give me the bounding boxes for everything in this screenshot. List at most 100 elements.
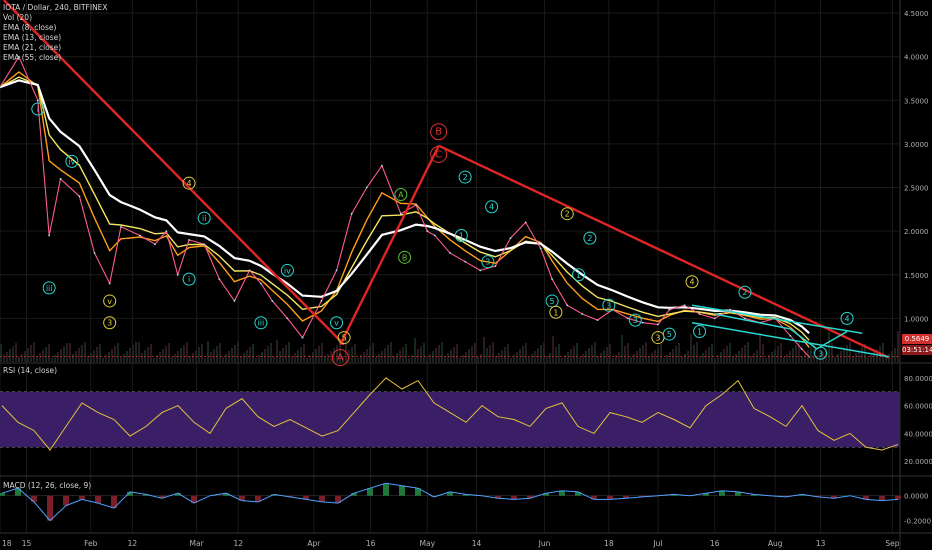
volume-bar	[210, 352, 212, 362]
volume-bar	[165, 346, 167, 362]
wave-label: 5	[667, 330, 672, 339]
volume-bar	[132, 345, 134, 362]
volume-bar	[555, 347, 557, 362]
wave-label: 1	[697, 327, 702, 336]
price-point	[449, 252, 451, 254]
volume-bar	[183, 345, 185, 362]
volume-bar	[366, 349, 368, 362]
volume-bar	[444, 356, 446, 362]
indicator-ema21[interactable]: EMA (21, close)	[3, 43, 108, 53]
symbol-title: IOTA / Dollar, 240, BITFINEX	[3, 3, 108, 12]
volume-bar	[690, 334, 692, 362]
volume-bar	[255, 358, 257, 362]
volume-bar	[216, 346, 218, 362]
volume-bar	[642, 345, 644, 362]
volume-bar	[90, 353, 92, 362]
price-point	[335, 269, 338, 272]
price-point	[744, 317, 746, 320]
volume-bar	[504, 347, 506, 362]
volume-bar	[666, 355, 668, 362]
volume-bar	[516, 352, 518, 362]
price-point	[301, 336, 304, 339]
wave-label: 4	[689, 278, 694, 287]
volume-bar	[576, 343, 578, 362]
volume-bar	[573, 346, 575, 362]
volume-bar	[246, 350, 248, 362]
price-tick-label: 3.5000	[904, 97, 929, 105]
volume-bar	[243, 353, 245, 362]
volume-bar	[546, 356, 548, 362]
wave-label: A	[337, 353, 344, 364]
price-point	[218, 278, 221, 281]
price-tick-label: 4.0000	[904, 54, 929, 62]
indicator-vol[interactable]: Vol (20)	[3, 13, 108, 23]
x-tick-label: May	[420, 539, 436, 548]
volume-bar	[393, 356, 395, 362]
volume-bar	[549, 353, 551, 362]
rsi-tick-label: 40.0000	[904, 430, 932, 438]
volume-bar	[120, 357, 122, 362]
volume-bar	[258, 355, 260, 362]
volume-bar	[843, 348, 845, 362]
volume-bar	[750, 356, 752, 362]
volume-bar	[507, 344, 509, 362]
volume-bar	[849, 342, 851, 362]
wave-label: 1	[553, 308, 558, 317]
volume-bar	[783, 357, 785, 362]
volume-bar	[498, 353, 500, 362]
volume-bar	[684, 354, 686, 362]
volume-bar	[81, 345, 83, 362]
price-point	[641, 321, 644, 324]
volume-bar	[168, 343, 170, 362]
price-point	[800, 348, 803, 350]
rsi-tick-label: 80.0000	[904, 375, 932, 383]
volume-bar	[237, 342, 239, 362]
price-point	[566, 304, 569, 307]
price-point	[539, 247, 542, 250]
macd-label[interactable]: MACD (12, 26, close, 9)	[3, 481, 91, 490]
volume-bar	[300, 347, 302, 362]
wave-label: 4	[489, 203, 494, 212]
volume-bar	[558, 344, 560, 362]
price-point	[78, 195, 81, 198]
volume-bar	[423, 343, 425, 362]
volume-bar	[201, 344, 203, 362]
trading-chart[interactable]: 18 15 Feb 12 Mar 12 Apr 16 May 14 Jun 18 Jul 16 Aug 13 S…	[0, 0, 932, 550]
volume-bar	[69, 343, 71, 362]
volume-bar	[894, 348, 896, 362]
volume-bar	[600, 353, 602, 362]
price-point	[108, 282, 111, 285]
wave-label: ii	[202, 214, 206, 223]
price-point	[320, 300, 323, 302]
price-point	[509, 237, 512, 240]
volume-bar	[639, 348, 641, 362]
volume-bar	[897, 331, 899, 362]
volume-bar	[867, 358, 869, 362]
volume-bar	[417, 349, 419, 362]
price-tick-label: 4.5000	[904, 10, 929, 18]
price-tick-label: 1.5000	[904, 272, 929, 280]
price-point	[728, 308, 731, 311]
volume-bar	[495, 356, 497, 362]
volume-bar	[270, 343, 272, 362]
indicator-ema13[interactable]: EMA (13, close)	[3, 33, 108, 43]
volume-bar	[447, 353, 449, 362]
indicator-ema8[interactable]: EMA (8, close)	[3, 23, 108, 33]
volume-bar	[804, 353, 806, 362]
indicator-ema55[interactable]: EMA (55, close)	[3, 53, 108, 63]
rsi-tick-label: 20.0000	[904, 458, 932, 466]
price-point	[668, 308, 671, 311]
volume-bar	[60, 349, 62, 362]
volume-bar	[483, 337, 485, 362]
rsi-label[interactable]: RSI (14, close)	[3, 366, 57, 375]
volume-bar	[708, 347, 710, 362]
volume-bar	[357, 358, 359, 362]
volume-bar	[612, 358, 614, 362]
volume-bar	[561, 358, 563, 362]
price-point	[176, 273, 179, 276]
volume-bar	[537, 348, 539, 362]
x-tick-label: Aug	[768, 539, 783, 548]
volume-bar	[429, 354, 431, 362]
volume-bar	[630, 357, 632, 362]
volume-bar	[321, 343, 323, 362]
